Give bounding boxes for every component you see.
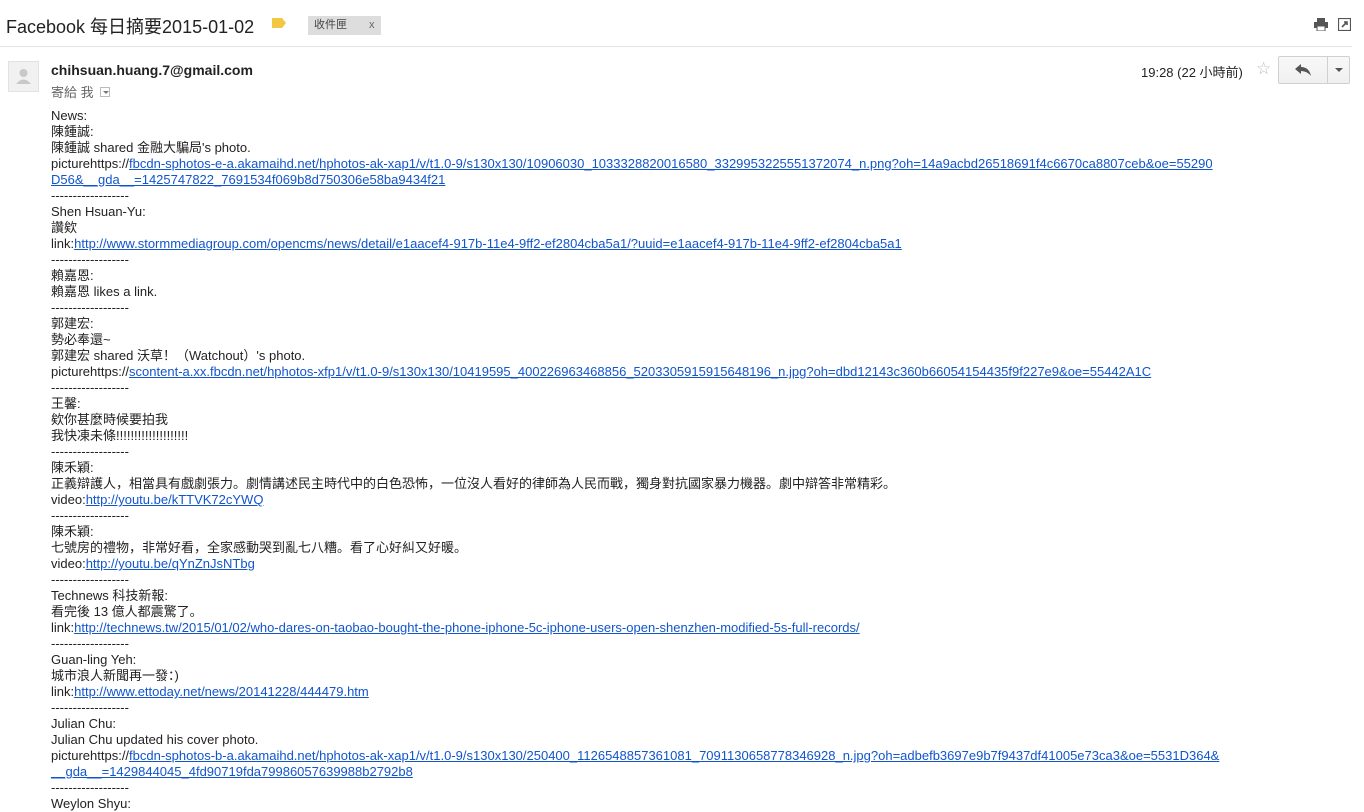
link-prefix: picturehttps:// [51,364,130,379]
post-author: Guan-ling Yeh: [51,652,137,667]
post-separator: ------------------ [51,508,129,523]
header-divider [0,46,1352,47]
star-icon[interactable]: ☆ [1256,59,1271,79]
post-link-line: video:http://youtu.be/kTTVK72cYWQ [51,492,1221,508]
post-text: 我快凍未條!!!!!!!!!!!!!!!!!!!! [51,428,189,443]
post-link[interactable]: http://technews.tw/2015/01/02/who-dares-… [74,620,860,635]
post-link[interactable]: http://www.ettoday.net/news/20141228/444… [74,684,369,699]
post-link-line: video:http://youtu.be/qYnZnJsNTbg [51,556,1221,572]
print-icon[interactable] [1314,18,1328,31]
post-text: 看完後 13 億人都震驚了。 [51,604,203,619]
post-link-line: picturehttps://fbcdn-sphotos-e-a.akamaih… [51,156,1221,188]
inbox-label-text: 收件匣 [314,19,347,31]
link-prefix: picturehttps:// [51,748,130,763]
open-new-window-icon[interactable] [1338,18,1351,31]
more-actions-button[interactable] [1328,57,1349,83]
post-link-line: link:http://technews.tw/2015/01/02/who-d… [51,620,1221,636]
post-text: 賴嘉恩 likes a link. [51,284,158,299]
post-separator: ------------------ [51,188,129,203]
post-link[interactable]: scontent-a.xx.fbcdn.net/hphotos-xfp1/v/t… [129,364,1151,379]
link-prefix: link: [51,236,75,251]
post-text: 郭建宏 shared 沃草！（Watchout）'s photo. [51,348,306,363]
post-author: 陳鍾誠: [51,124,94,139]
show-details-dropdown[interactable] [99,86,110,97]
post-link[interactable]: http://www.stormmediagroup.com/opencms/n… [74,236,902,251]
message-time: 19:28 (22 小時前) [1141,65,1243,80]
email-subject: Facebook 每日摘要2015-01-02 [6,17,255,37]
post-author: Julian Chu: [51,716,117,731]
link-prefix: link: [51,620,75,635]
news-heading: News: [51,108,88,123]
email-body: News: 陳鍾誠: 陳鍾誠 shared 金融大騙局's photo. pictu… [51,108,1341,812]
remove-label-button[interactable]: x [369,16,375,35]
post-separator: ------------------ [51,780,129,795]
post-text: 陳鍾誠 shared 金融大騙局's photo. [51,140,251,155]
post-separator: ------------------ [51,252,129,267]
post-separator: ------------------ [51,700,129,715]
post-separator: ------------------ [51,572,129,587]
post-author: 陳禾穎: [51,524,94,539]
sender-email[interactable]: chihsuan.huang.7@gmail.com [51,62,253,78]
post-link[interactable]: http://youtu.be/kTTVK72cYWQ [86,492,264,507]
chevron-down-icon [1334,68,1343,72]
post-text: 欸你甚麼時候要拍我 [51,412,169,427]
reply-button[interactable] [1279,57,1328,83]
post-author: Technews 科技新報: [51,588,169,603]
label-tag-icon[interactable] [272,18,286,28]
post-text: 城市浪人新聞再一發：) [51,668,179,683]
inbox-label-chip[interactable]: 收件匣 x [308,16,381,35]
post-author: Shen Hsuan-Yu: [51,204,146,219]
post-separator: ------------------ [51,380,129,395]
post-author: 陳禾穎: [51,460,94,475]
link-prefix: video: [51,556,86,571]
message-header-bar: Facebook 每日摘要2015-01-02 收件匣 x [0,0,1364,46]
post-author: 賴嘉恩: [51,268,94,283]
reply-button-group [1278,56,1350,84]
sender-avatar[interactable] [8,61,39,92]
link-prefix: link: [51,684,75,699]
post-text: Julian Chu updated his cover photo. [51,732,259,747]
post-link-line: picturehttps://scontent-a.xx.fbcdn.net/h… [51,364,1221,380]
default-avatar-icon [16,69,31,84]
post-link[interactable]: fbcdn-sphotos-e-a.akamaihd.net/hphotos-a… [51,156,1213,187]
post-author: 王馨: [51,396,81,411]
post-author: 郭建宏: [51,316,94,331]
post-link-line: link:http://www.ettoday.net/news/2014122… [51,684,1221,700]
post-author: Weylon Shyu: [51,796,131,811]
reply-icon [1295,64,1311,76]
post-link-line: link:http://www.stormmediagroup.com/open… [51,236,1221,252]
post-text: 七號房的禮物，非常好看，全家感動哭到亂七八糟。看了心好糾又好暖。 [51,540,468,555]
recipient-line: 寄給 我 [51,82,110,101]
post-text: 勢必奉還~ [51,332,111,347]
recipient-text: 寄給 我 [51,85,94,100]
post-separator: ------------------ [51,444,129,459]
link-prefix: video: [51,492,86,507]
post-link[interactable]: fbcdn-sphotos-b-a.akamaihd.net/hphotos-a… [51,748,1219,779]
post-link-line: picturehttps://fbcdn-sphotos-b-a.akamaih… [51,748,1221,780]
post-text: 讚欸 [51,220,78,235]
post-link[interactable]: http://youtu.be/qYnZnJsNTbg [86,556,255,571]
post-separator: ------------------ [51,300,129,315]
link-prefix: picturehttps:// [51,156,130,171]
post-separator: ------------------ [51,636,129,651]
post-text: 正義辯護人，相當具有戲劇張力。劇情講述民主時代中的白色恐怖，一位沒人看好的律師為… [51,476,897,491]
